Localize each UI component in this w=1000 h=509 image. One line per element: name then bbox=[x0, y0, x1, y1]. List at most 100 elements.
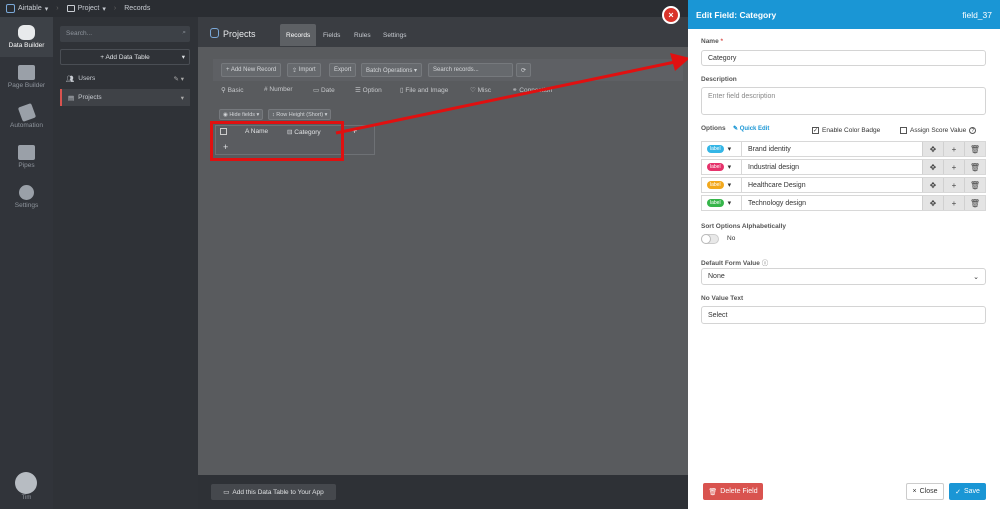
description-input[interactable]: Enter field description bbox=[701, 87, 986, 115]
tab-fields[interactable]: Fields bbox=[317, 24, 346, 46]
hide-fields-button[interactable]: ◉ Hide fields ▾ bbox=[219, 109, 264, 120]
assign-score-toggle[interactable]: Assign Score Value ? bbox=[900, 127, 977, 134]
field-id: field_37 bbox=[962, 9, 992, 20]
rail-automation[interactable]: Automation bbox=[0, 97, 53, 137]
option-row: label ▾ Healthcare Design ✥ + 🗑︎ bbox=[701, 177, 986, 193]
add-to-app-button[interactable]: ▭ Add this Data Table to Your App bbox=[211, 484, 336, 500]
database-icon bbox=[210, 28, 219, 38]
trash-icon: 🗑︎ bbox=[708, 488, 718, 496]
move-icon[interactable]: ✥ bbox=[922, 196, 943, 210]
add-option-icon[interactable]: + bbox=[943, 196, 964, 210]
import-button[interactable]: ⇪ Import bbox=[287, 63, 321, 77]
close-button[interactable]: × Close bbox=[906, 483, 944, 500]
quick-edit-link[interactable]: ✎ Quick Edit bbox=[733, 125, 769, 132]
breadcrumb-separator-icon: › bbox=[113, 5, 117, 12]
add-option-icon[interactable]: + bbox=[943, 178, 964, 192]
save-button[interactable]: ✓ Save bbox=[949, 483, 986, 500]
rail-settings[interactable]: Settings bbox=[0, 177, 53, 217]
option-row: label ▾ Brand identity ✥ + 🗑︎ bbox=[701, 141, 986, 157]
import-icon: ⇪ bbox=[292, 67, 299, 74]
app-rail: Data Builder Page Builder Automation Pip… bbox=[0, 17, 53, 509]
database-icon bbox=[18, 25, 35, 40]
breadcrumb-separator-icon: › bbox=[56, 5, 59, 12]
avatar[interactable] bbox=[15, 472, 37, 494]
close-icon: × bbox=[912, 488, 917, 495]
badge-color-picker[interactable]: label ▾ bbox=[702, 178, 742, 192]
no-value-input[interactable]: Select bbox=[701, 306, 986, 324]
sidebar-item-users[interactable]: 👥︎ Users ✎ ▾ bbox=[60, 70, 190, 87]
table-icon: ▤ bbox=[68, 94, 75, 102]
close-icon: × bbox=[668, 10, 674, 20]
default-value-label: Default Form Value ⓘ bbox=[701, 260, 769, 267]
trash-icon[interactable]: 🗑︎ bbox=[964, 160, 985, 174]
breadcrumb: Airtable ▾ › Project ▾ › Records bbox=[0, 0, 688, 17]
options-label: Options bbox=[701, 125, 726, 132]
rail-page-builder[interactable]: Page Builder bbox=[0, 57, 53, 97]
name-input[interactable]: Category bbox=[701, 50, 986, 66]
default-value-select[interactable]: None ⌄ bbox=[701, 268, 986, 285]
close-panel-button[interactable]: × bbox=[662, 6, 680, 24]
badge-color-picker[interactable]: label ▾ bbox=[702, 142, 742, 156]
breadcrumb-app[interactable]: Airtable ▾ bbox=[6, 4, 48, 13]
table-header bbox=[198, 17, 688, 47]
delete-field-button[interactable]: 🗑︎ Delete Field bbox=[703, 483, 763, 500]
move-icon[interactable]: ✥ bbox=[922, 160, 943, 174]
help-icon[interactable]: ? bbox=[969, 127, 977, 134]
row-height-button[interactable]: ↕ Row Height (Short) ▾ bbox=[268, 109, 332, 120]
option-input[interactable]: Brand identity bbox=[742, 142, 922, 156]
color-badge: label bbox=[707, 199, 724, 207]
folder-icon bbox=[66, 5, 75, 12]
add-option-icon[interactable]: + bbox=[943, 142, 964, 156]
monitor-icon: ▭ bbox=[223, 489, 230, 496]
sidebar-item-projects[interactable]: ▤ Projects ▾ bbox=[60, 89, 190, 106]
add-data-table-button[interactable]: + Add Data Table ▾ bbox=[60, 49, 190, 65]
option-input[interactable]: Industrial design bbox=[742, 160, 922, 174]
color-badge: label bbox=[707, 181, 724, 189]
caret-down-icon: ▾ bbox=[727, 200, 732, 207]
page-title: Projects bbox=[210, 28, 256, 39]
add-record-button[interactable]: + Add New Record bbox=[221, 63, 282, 77]
rail-data-builder[interactable]: Data Builder bbox=[0, 17, 53, 57]
search-icon: ⌕ bbox=[182, 29, 186, 36]
user-icon: ⚲ bbox=[221, 87, 228, 94]
caret-down-icon: ▾ bbox=[181, 54, 185, 61]
field-type-number[interactable]: # Number bbox=[264, 86, 293, 93]
enable-badge-toggle[interactable]: ✓ Enable Color Badge bbox=[812, 127, 880, 134]
option-input[interactable]: Healthcare Design bbox=[742, 178, 922, 192]
badge-color-picker[interactable]: label ▾ bbox=[702, 196, 742, 210]
option-input[interactable]: Technology design bbox=[742, 196, 922, 210]
badge-color-picker[interactable]: label ▾ bbox=[702, 160, 742, 174]
caret-down-icon: ▾ bbox=[180, 94, 184, 102]
add-option-icon[interactable]: + bbox=[943, 160, 964, 174]
tab-rules[interactable]: Rules bbox=[348, 24, 377, 46]
user-name: Tim bbox=[21, 495, 32, 501]
checkbox-icon[interactable] bbox=[900, 127, 907, 134]
toggle-knob bbox=[701, 234, 711, 244]
move-icon[interactable]: ✥ bbox=[922, 178, 943, 192]
tab-settings[interactable]: Settings bbox=[377, 24, 413, 46]
trash-icon[interactable]: 🗑︎ bbox=[964, 178, 985, 192]
chevron-down-icon: ▾ bbox=[44, 5, 49, 13]
highlight-box bbox=[210, 121, 344, 161]
calendar-icon: ▭ bbox=[313, 87, 321, 94]
pin-icon[interactable]: ✎ ▾ bbox=[173, 75, 184, 83]
caret-down-icon: ▾ bbox=[727, 182, 732, 189]
search-input[interactable]: Search... ⌕ bbox=[60, 26, 190, 42]
sort-value: No bbox=[727, 235, 736, 242]
trash-icon[interactable]: 🗑︎ bbox=[964, 142, 985, 156]
trash-icon[interactable]: 🗑︎ bbox=[964, 196, 985, 210]
field-type-basic[interactable]: ⚲ Basic bbox=[221, 86, 243, 94]
panel-header: Edit Field: Category field_37 bbox=[688, 0, 1000, 29]
chevron-down-icon: ▾ bbox=[102, 5, 106, 13]
breadcrumb-page[interactable]: Records bbox=[124, 5, 150, 12]
move-icon[interactable]: ✥ bbox=[922, 142, 943, 156]
checkbox-checked-icon[interactable]: ✓ bbox=[812, 127, 819, 134]
help-icon[interactable]: ⓘ bbox=[762, 260, 769, 267]
name-label: Name * bbox=[701, 38, 724, 45]
breadcrumb-project[interactable]: Project ▾ bbox=[66, 5, 106, 13]
no-value-label: No Value Text bbox=[701, 295, 744, 302]
tab-records[interactable]: Records bbox=[280, 24, 317, 46]
users-icon: 👥︎ bbox=[66, 75, 75, 83]
caret-down-icon: ▾ bbox=[727, 164, 732, 171]
rail-pipes[interactable]: Pipes bbox=[0, 137, 53, 177]
